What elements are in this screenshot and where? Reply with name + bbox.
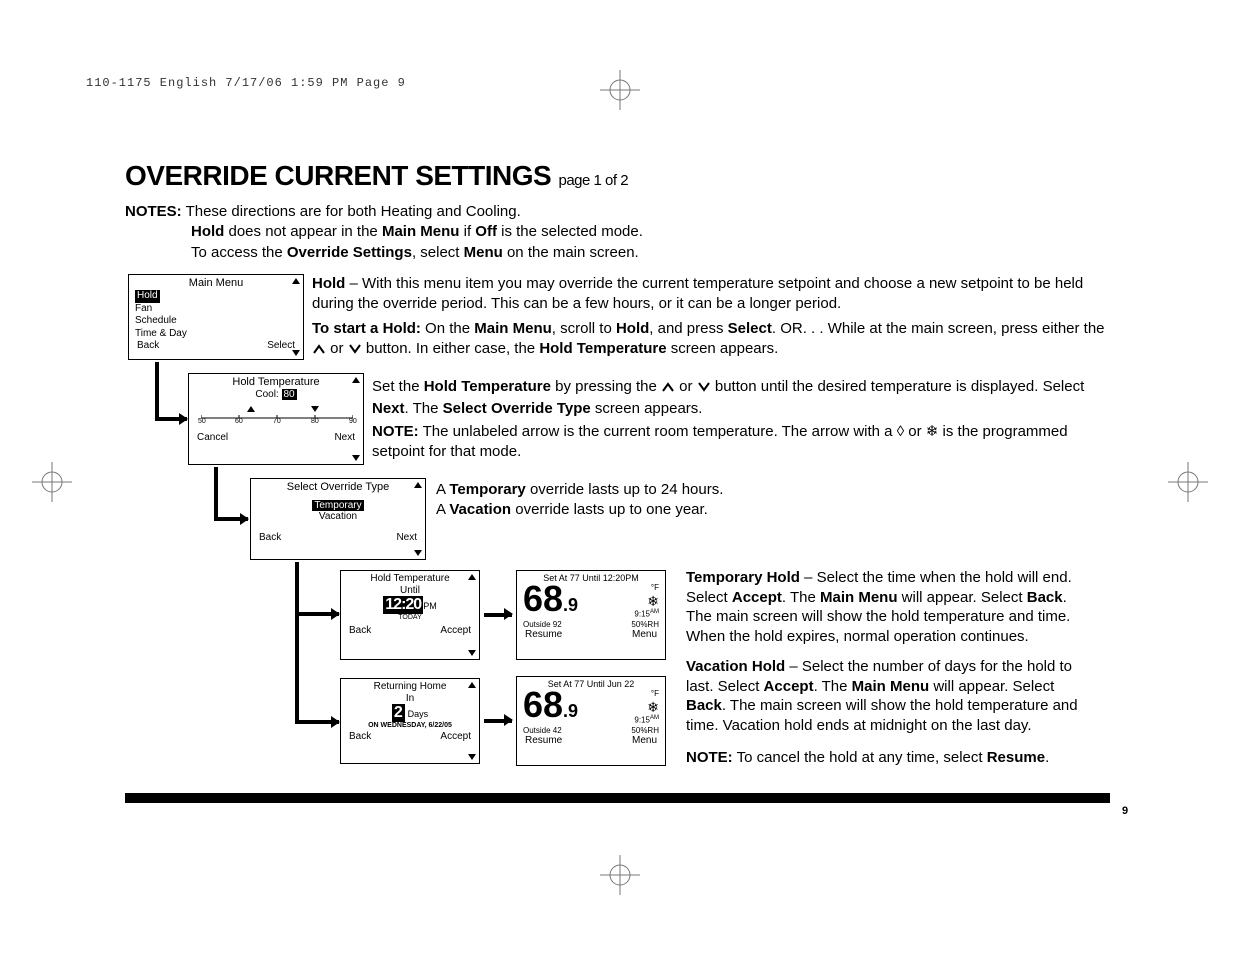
- btn-back: Back: [259, 532, 281, 543]
- notes-block: NOTES: These directions are for both Hea…: [125, 202, 1110, 263]
- screen-returning-home: Returning Home In 2 Days ON WEDNESDAY, 6…: [340, 678, 480, 764]
- screen-main-display-vac: Set At 77 Until Jun 22 68.9 °F ❄ 9:15AM …: [516, 676, 666, 766]
- paragraph-hold: Hold – With this menu item you may overr…: [312, 274, 1112, 360]
- btn-select: Select: [267, 340, 295, 351]
- page: 110-1175 English 7/17/06 1:59 PM Page 9 …: [0, 0, 1235, 954]
- print-header: 110-1175 English 7/17/06 1:59 PM Page 9: [86, 76, 406, 90]
- scroll-arrows-icon: [468, 682, 476, 760]
- paragraph-temporary-hold: Temporary Hold – Select the time when th…: [686, 568, 1096, 646]
- btn-back: Back: [137, 340, 159, 351]
- btn-cancel: Cancel: [197, 432, 228, 443]
- notes-label: NOTES:: [125, 203, 182, 220]
- title-main: OVERRIDE CURRENT SETTINGS: [125, 160, 551, 191]
- snowflake-icon: ❄: [634, 699, 659, 716]
- page-number: 9: [1122, 805, 1128, 817]
- menu-item-schedule: Schedule: [135, 315, 177, 326]
- menu-item-timeday: Time & Day: [135, 328, 187, 339]
- btn-menu: Menu: [632, 735, 657, 746]
- screen-title: Select Override Type: [251, 479, 425, 494]
- paragraph-vacation-hold: Vacation Hold – Select the number of day…: [686, 657, 1096, 735]
- btn-accept: Accept: [440, 625, 471, 636]
- scroll-arrows-icon: [292, 278, 300, 356]
- btn-resume: Resume: [525, 735, 562, 746]
- menu-item-fan: Fan: [135, 303, 152, 314]
- registration-mark-left: [32, 462, 72, 502]
- snowflake-icon: ❄: [926, 423, 939, 440]
- paragraph-cancel-note: NOTE: To cancel the hold at any time, se…: [686, 748, 1096, 768]
- flow-arrow-icon: [295, 562, 339, 724]
- option-vacation: Vacation: [319, 511, 357, 522]
- scroll-arrows-icon: [468, 574, 476, 656]
- page-title: OVERRIDE CURRENT SETTINGS page 1 of 2: [125, 160, 1110, 192]
- registration-mark-right: [1168, 462, 1208, 502]
- paragraph-override: A Temporary override lasts up to 24 hour…: [436, 480, 936, 519]
- registration-mark-bottom: [600, 855, 640, 895]
- content-area: OVERRIDE CURRENT SETTINGS page 1 of 2 NO…: [125, 160, 1110, 271]
- chevron-down-icon: [697, 379, 711, 399]
- chevron-down-icon: [348, 341, 362, 361]
- btn-back: Back: [349, 731, 371, 742]
- title-sub: page 1 of 2: [558, 172, 628, 189]
- paragraph-hold-temp: Set the Hold Temperature by pressing the…: [372, 377, 1108, 461]
- flow-arrow-icon: [484, 613, 512, 617]
- screen-title: Hold Temperature: [189, 374, 363, 389]
- snowflake-icon: ❄: [634, 593, 659, 610]
- option-temporary: Temporary: [312, 500, 363, 511]
- btn-menu: Menu: [632, 629, 657, 640]
- flow-arrow-icon: [484, 719, 512, 723]
- screen-main-menu: Main Menu Hold Fan Schedule Time & Day B…: [128, 274, 304, 360]
- screen-main-display-temp: Set At 77 Until 12:20PM 68.9 °F ❄ 9:15AM…: [516, 570, 666, 660]
- menu-item-hold: Hold: [135, 290, 160, 303]
- divider-bar: [125, 793, 1110, 803]
- notes-line1: These directions are for both Heating an…: [186, 203, 521, 220]
- btn-resume: Resume: [525, 629, 562, 640]
- screen-hold-until: Hold Temperature Until 12:20PM TODAY Bac…: [340, 570, 480, 660]
- chevron-up-icon: [312, 341, 326, 361]
- flame-icon: ◊: [897, 423, 904, 440]
- btn-accept: Accept: [440, 731, 471, 742]
- flow-arrow-icon: [214, 467, 248, 521]
- screen-title: Main Menu: [129, 275, 303, 290]
- registration-mark-top: [600, 70, 640, 110]
- screen-hold-temperature: Hold Temperature Cool: 80 50 60 70 80 90…: [188, 373, 364, 465]
- flow-arrow-icon: [155, 362, 187, 421]
- btn-back: Back: [349, 625, 371, 636]
- chevron-up-icon: [661, 379, 675, 399]
- scroll-arrows-icon: [414, 482, 422, 556]
- scroll-arrows-icon: [352, 377, 360, 461]
- screen-override-type: Select Override Type Temporary Vacation …: [250, 478, 426, 560]
